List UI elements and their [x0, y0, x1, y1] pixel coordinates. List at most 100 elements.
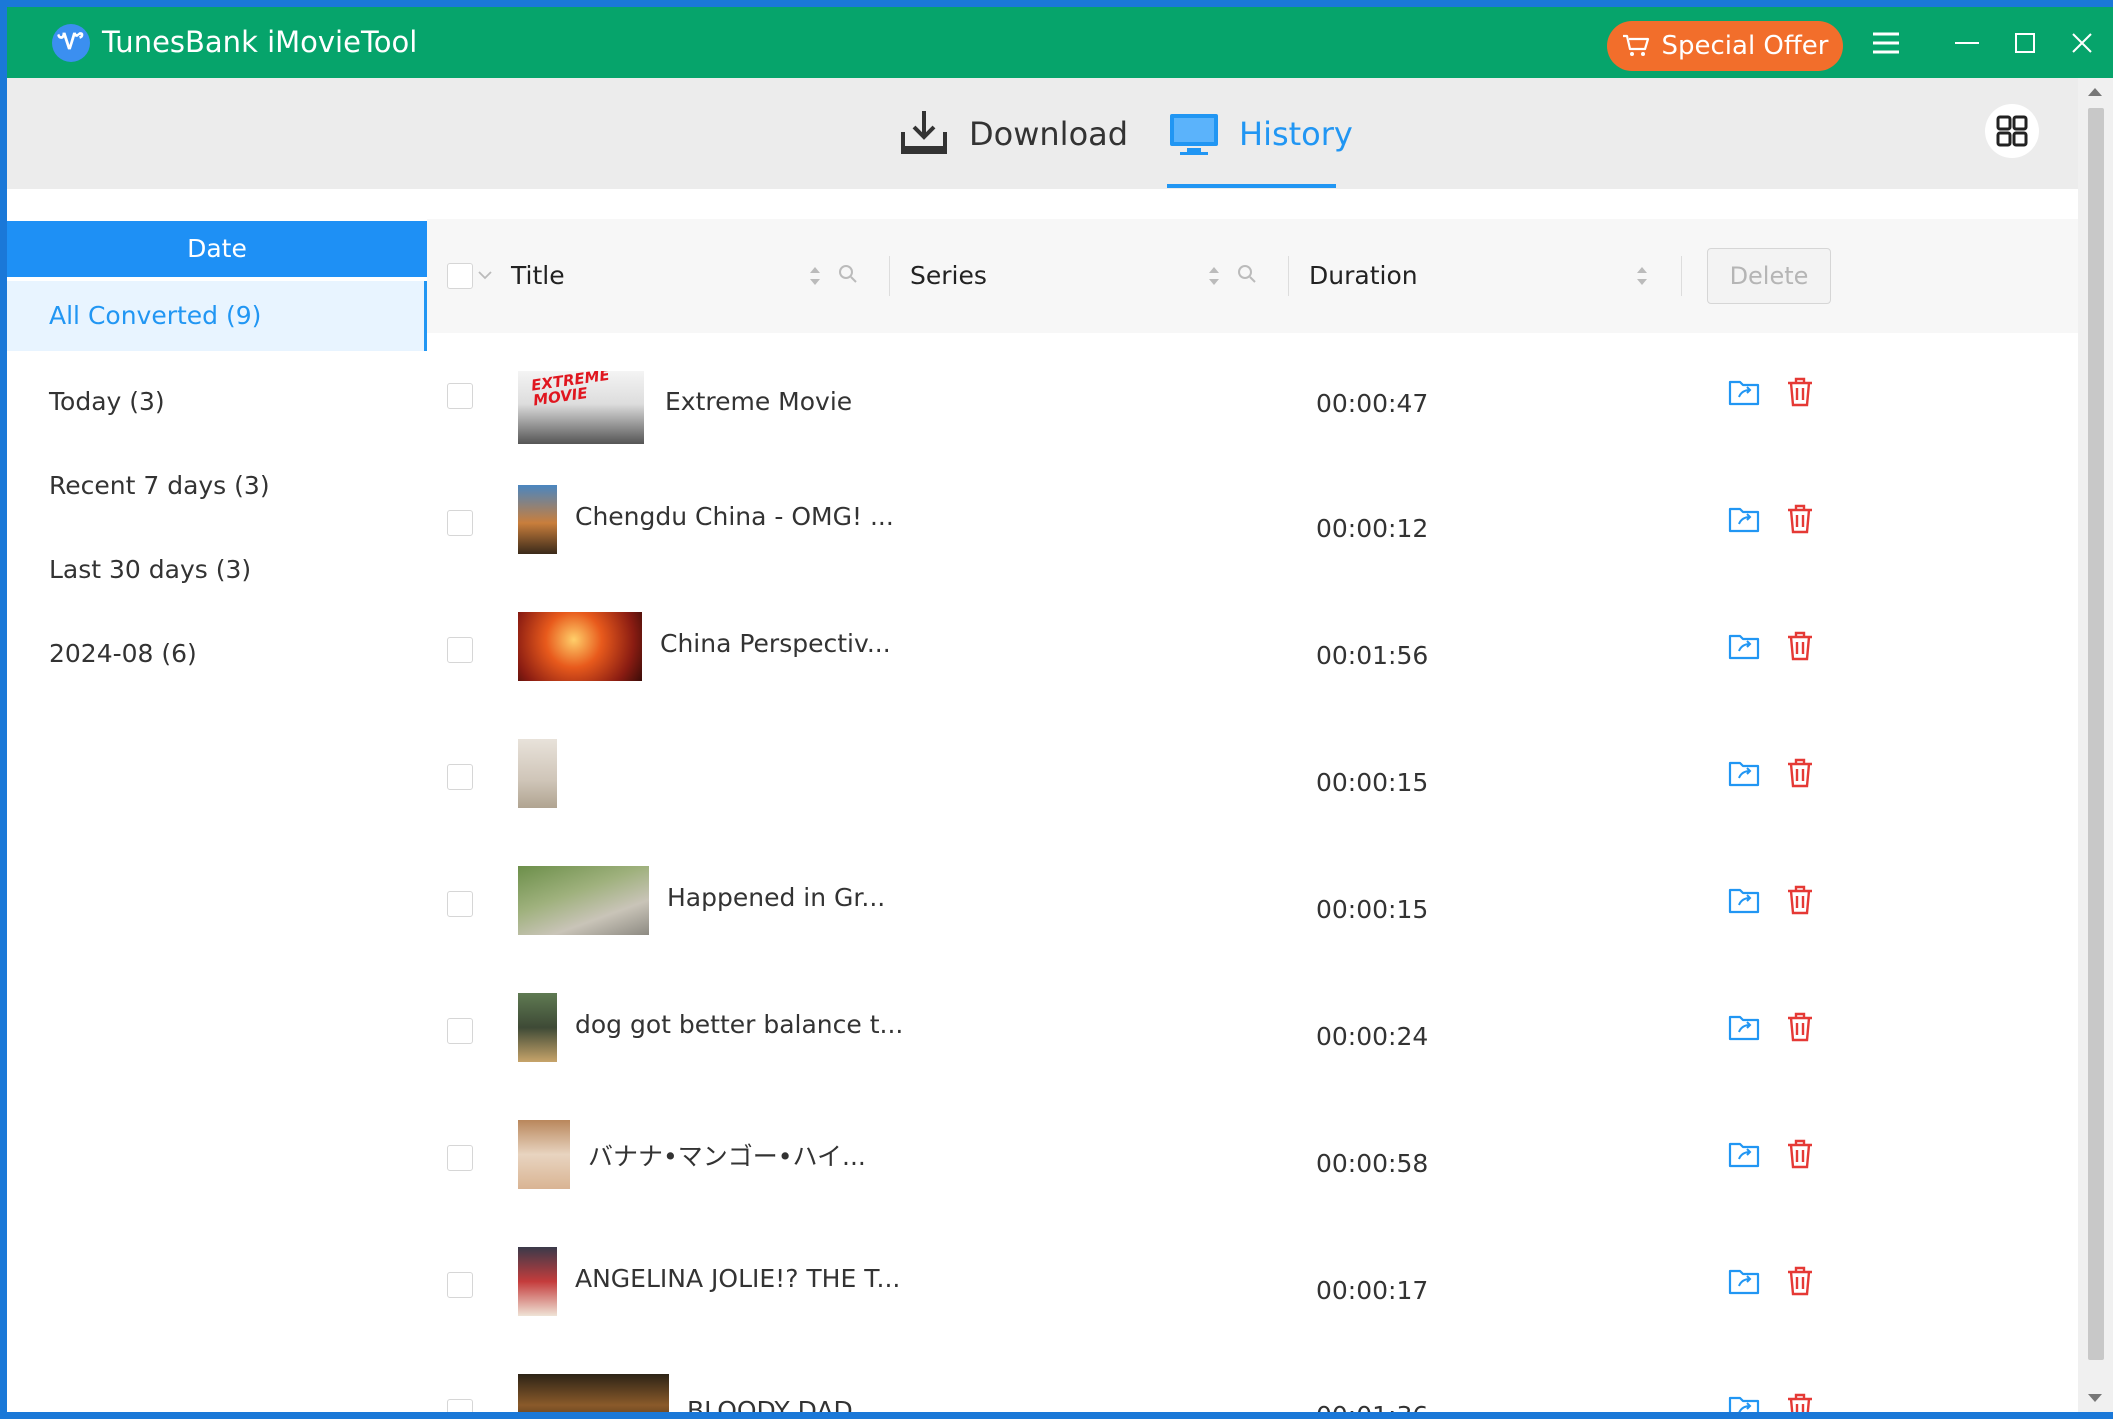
row-checkbox[interactable]	[447, 764, 473, 790]
column-divider	[1288, 256, 1289, 296]
sort-icon[interactable]	[807, 263, 823, 289]
trash-icon[interactable]	[1783, 375, 1817, 409]
date-filter-header: Date	[7, 221, 427, 277]
maximize-button[interactable]	[2000, 21, 2050, 65]
app-window: Ꮙ TunesBank iMovieTool Special Offer Dow…	[7, 7, 2113, 1412]
open-folder-icon[interactable]	[1727, 883, 1761, 917]
table-header: Title Series Duration Delete	[427, 219, 2078, 333]
open-folder-icon[interactable]	[1727, 629, 1761, 663]
open-folder-icon[interactable]	[1727, 756, 1761, 790]
minimize-button[interactable]	[1942, 21, 1992, 65]
download-icon	[901, 110, 947, 154]
video-thumbnail: EXTREME MOVIE	[518, 371, 644, 444]
tab-download-label: Download	[969, 114, 1129, 153]
row-checkbox[interactable]	[447, 383, 473, 409]
thumbnail-logo-text: EXTREME MOVIE	[530, 371, 611, 410]
sidebar-item-2024-08[interactable]: 2024-08 (6)	[7, 619, 427, 689]
column-title: Title	[511, 261, 565, 290]
sidebar-item-all-converted[interactable]: All Converted (9)	[7, 281, 427, 351]
close-button[interactable]	[2057, 21, 2107, 65]
special-offer-button[interactable]: Special Offer	[1607, 21, 1843, 71]
trash-icon[interactable]	[1783, 756, 1817, 790]
minimize-icon	[1955, 42, 1979, 44]
row-duration: 00:01:36	[1316, 1401, 1428, 1412]
open-folder-icon[interactable]	[1727, 1010, 1761, 1044]
chevron-down-icon[interactable]	[477, 269, 493, 281]
tab-download[interactable]: Download	[897, 78, 1128, 189]
trash-icon[interactable]	[1783, 1137, 1817, 1171]
search-icon[interactable]	[837, 263, 859, 285]
open-folder-icon[interactable]	[1727, 1137, 1761, 1171]
vertical-scrollbar[interactable]	[2078, 78, 2113, 1412]
video-thumbnail	[518, 1120, 570, 1189]
sidebar-item-recent-7-days[interactable]: Recent 7 days (3)	[7, 451, 427, 521]
row-checkbox[interactable]	[447, 1399, 473, 1412]
open-folder-icon[interactable]	[1727, 1391, 1761, 1412]
search-icon[interactable]	[1236, 263, 1258, 285]
trash-icon[interactable]	[1783, 883, 1817, 917]
trash-icon[interactable]	[1783, 1391, 1817, 1412]
tab-history[interactable]: History	[1167, 78, 1353, 189]
grid-view-button[interactable]	[1985, 104, 2039, 158]
history-table: Title Series Duration Delete EXTREME MOV…	[427, 189, 2078, 1412]
row-checkbox[interactable]	[447, 1018, 473, 1044]
row-duration: 00:00:24	[1316, 1022, 1429, 1051]
open-folder-icon[interactable]	[1727, 502, 1761, 536]
row-duration: 00:00:15	[1316, 895, 1429, 924]
row-title: BLOODY DAD	[687, 1396, 853, 1412]
table-row: Chengdu China - OMG! ... 00:00:12	[427, 460, 2078, 588]
row-title: ANGELINA JOLIE!? THE T...	[575, 1264, 901, 1293]
trash-icon[interactable]	[1783, 1010, 1817, 1044]
grid-icon	[1996, 115, 2028, 147]
sort-icon[interactable]	[1206, 263, 1222, 289]
tab-history-label: History	[1239, 114, 1353, 153]
row-duration: 00:00:12	[1316, 514, 1429, 543]
row-checkbox[interactable]	[447, 637, 473, 663]
active-tab-indicator	[1167, 184, 1336, 188]
sidebar-item-last-30-days[interactable]: Last 30 days (3)	[7, 535, 427, 605]
table-row: ANGELINA JOLIE!? THE T... 00:00:17	[427, 1222, 2078, 1350]
trash-icon[interactable]	[1783, 629, 1817, 663]
open-folder-icon[interactable]	[1727, 1264, 1761, 1298]
delete-button[interactable]: Delete	[1707, 248, 1831, 304]
table-row: EXTREME MOVIE Extreme Movie 00:00:47	[427, 333, 2078, 461]
row-title: China Perspectiv...	[660, 629, 891, 658]
trash-icon[interactable]	[1783, 502, 1817, 536]
tab-header: Download History	[7, 78, 2078, 189]
row-duration: 00:00:17	[1316, 1276, 1429, 1305]
sidebar-item-today[interactable]: Today (3)	[7, 367, 427, 437]
special-offer-label: Special Offer	[1661, 31, 1829, 61]
scroll-up-arrow-icon[interactable]	[2088, 88, 2102, 96]
row-title: Happened in Gr...	[667, 883, 886, 912]
row-checkbox[interactable]	[447, 1272, 473, 1298]
row-checkbox[interactable]	[447, 510, 473, 536]
app-title: TunesBank iMovieTool	[102, 25, 418, 59]
row-title: dog got better balance t...	[575, 1010, 904, 1039]
row-checkbox[interactable]	[447, 891, 473, 917]
row-duration: 00:00:15	[1316, 768, 1429, 797]
menu-button[interactable]	[1861, 21, 1911, 65]
monitor-icon	[1170, 113, 1218, 155]
video-thumbnail	[518, 485, 557, 554]
scroll-thumb[interactable]	[2088, 108, 2104, 1360]
sort-icon[interactable]	[1634, 263, 1650, 289]
open-folder-icon[interactable]	[1727, 375, 1761, 409]
table-row: Happened in Gr... 00:00:15	[427, 841, 2078, 969]
column-divider	[889, 256, 890, 296]
row-title: Extreme Movie	[665, 387, 853, 416]
select-all-checkbox[interactable]	[447, 263, 473, 289]
hamburger-icon	[1873, 32, 1899, 54]
scroll-down-arrow-icon[interactable]	[2088, 1394, 2102, 1402]
row-checkbox[interactable]	[447, 1145, 473, 1171]
table-row: 00:00:15	[427, 714, 2078, 842]
video-thumbnail	[518, 1374, 669, 1412]
column-series: Series	[910, 261, 987, 290]
trash-icon[interactable]	[1783, 1264, 1817, 1298]
table-row: BLOODY DAD 00:01:36	[427, 1349, 2078, 1412]
close-icon	[2072, 33, 2092, 53]
column-duration: Duration	[1309, 261, 1418, 290]
column-divider	[1681, 256, 1682, 296]
video-thumbnail	[518, 739, 557, 808]
row-duration: 00:00:58	[1316, 1149, 1429, 1178]
video-thumbnail	[518, 612, 642, 681]
